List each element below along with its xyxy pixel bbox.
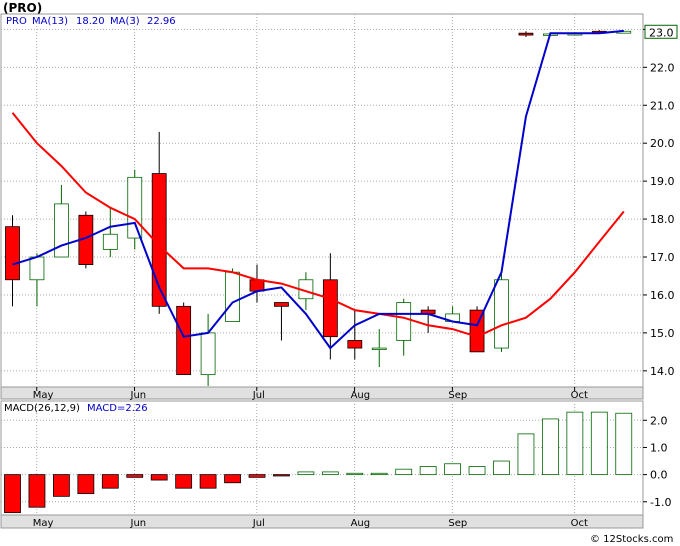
macd-x-axis-band bbox=[0, 514, 644, 529]
watermark: © 12Stocks.com bbox=[590, 534, 673, 545]
legend-ma13-value: 18.20 bbox=[76, 16, 105, 27]
macd-bar bbox=[199, 474, 217, 489]
macd-bar bbox=[101, 474, 119, 489]
macd-bar bbox=[321, 471, 339, 476]
candle-body bbox=[518, 32, 534, 36]
macd-x-tick-label: May bbox=[33, 518, 54, 529]
candle-body bbox=[371, 347, 387, 350]
macd-bar bbox=[370, 472, 388, 476]
last-price-tag: 23.0 bbox=[644, 24, 678, 39]
last-price-text: 23.0 bbox=[649, 26, 674, 39]
price-x-tick-label: May bbox=[33, 390, 54, 401]
candle bbox=[225, 268, 240, 322]
macd-y-axis: -1.0 0.0 1.0 2.0 bbox=[643, 414, 671, 509]
macd-bar bbox=[297, 471, 315, 476]
price-y-tick-label: 21.0 bbox=[650, 99, 675, 112]
stock-chart: 14.0 15.0 16.0 17.0 18.0 19.0 20.0 21.0 22.0 23.0… bbox=[0, 1, 678, 545]
price-x-axis-band bbox=[0, 386, 644, 400]
price-x-tick-label: Aug bbox=[351, 390, 371, 401]
macd-bar bbox=[28, 474, 46, 508]
price-y-tick-label: 22.0 bbox=[650, 61, 675, 74]
price-y-tick-label: 18.0 bbox=[650, 213, 675, 226]
macd-y-tick-label: -1.0 bbox=[650, 496, 671, 509]
candle bbox=[176, 302, 192, 376]
macd-y-tick-label: 1.0 bbox=[650, 441, 668, 454]
price-y-axis: 14.0 15.0 16.0 17.0 18.0 19.0 20.0 21.0 22.0 23.0 bbox=[643, 23, 675, 378]
price-y-tick-label: 14.0 bbox=[650, 365, 675, 378]
macd-bar bbox=[444, 463, 462, 476]
macd-x-tick-label: Jul bbox=[252, 518, 265, 529]
macd-x-tick-label: Aug bbox=[351, 518, 371, 529]
macd-bar bbox=[126, 474, 144, 478]
macd-bar bbox=[615, 412, 633, 476]
price-x-tick-label: Sep bbox=[448, 390, 467, 401]
macd-bar bbox=[175, 474, 193, 489]
price-y-tick-label: 17.0 bbox=[650, 251, 675, 264]
macd-bar bbox=[542, 418, 559, 476]
candle-body bbox=[176, 305, 192, 376]
candle-body bbox=[200, 332, 216, 376]
macd-x-tick-label: Sep bbox=[448, 518, 467, 529]
price-x-tick-label: Jun bbox=[130, 390, 147, 401]
candle-body bbox=[225, 271, 240, 322]
candle-body bbox=[102, 233, 118, 250]
candle-body bbox=[347, 340, 363, 349]
macd-bar bbox=[53, 474, 70, 497]
macd-bar bbox=[77, 474, 95, 495]
price-x-tick-label: Jul bbox=[252, 390, 265, 401]
macd-bar bbox=[4, 474, 21, 514]
candle-body bbox=[5, 226, 20, 281]
macd-bar bbox=[273, 474, 290, 477]
macd-bar bbox=[468, 466, 486, 476]
candle-body bbox=[29, 256, 45, 281]
macd-x-tick-label: Jun bbox=[130, 518, 147, 529]
candle-body bbox=[396, 302, 412, 341]
macd-bar bbox=[566, 411, 584, 476]
macd-bar bbox=[150, 474, 168, 481]
legend-ma3-label: MA(3) bbox=[110, 16, 140, 27]
macd-bar bbox=[517, 433, 535, 476]
price-y-tick-label: 15.0 bbox=[650, 327, 675, 340]
candle-body bbox=[274, 302, 289, 307]
macd-y-tick-label: 2.0 bbox=[650, 414, 668, 427]
price-y-tick-label: 20.0 bbox=[650, 137, 675, 150]
macd-bar bbox=[493, 460, 510, 476]
legend-ma13-label: MA(13) bbox=[32, 16, 68, 27]
macd-y-tick-label: 0.0 bbox=[650, 469, 668, 482]
macd-bar bbox=[590, 411, 608, 476]
macd-x-tick-label: Oct bbox=[571, 518, 588, 529]
price-y-tick-label: 16.0 bbox=[650, 289, 675, 302]
price-y-tick-label: 19.0 bbox=[650, 175, 675, 188]
price-x-tick-label: Oct bbox=[571, 390, 588, 401]
candle-body bbox=[494, 279, 509, 349]
macd-bar bbox=[224, 474, 241, 484]
macd-bar bbox=[346, 472, 364, 476]
legend-ma3-value: 22.96 bbox=[147, 16, 176, 27]
macd-bar bbox=[395, 468, 413, 476]
candle-body bbox=[54, 203, 69, 258]
symbol-title: (PRO) bbox=[3, 1, 42, 15]
candle-body bbox=[322, 279, 338, 338]
macd-title: MACD(26,12,9) bbox=[4, 403, 80, 414]
macd-value: MACD=2.26 bbox=[87, 403, 148, 414]
macd-bar bbox=[419, 466, 437, 476]
macd-bar bbox=[248, 474, 266, 478]
legend-ticker: PRO bbox=[6, 16, 27, 27]
candle-body bbox=[127, 176, 143, 239]
